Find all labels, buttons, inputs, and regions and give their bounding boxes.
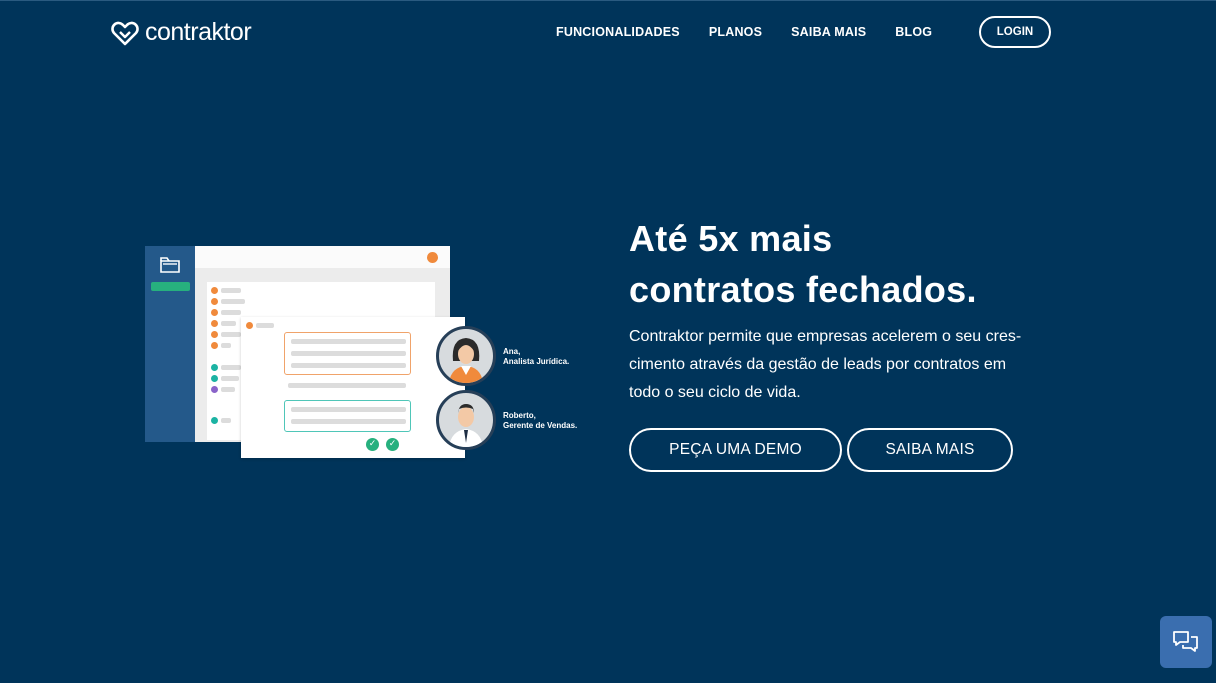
status-dot [246,322,253,329]
landing-page: contraktor FUNCIONALIDADES PLANOS SAIBA … [0,0,1216,683]
nav-planos[interactable]: PLANOS [709,25,762,39]
notification-dot [427,252,438,263]
login-button[interactable]: LOGIN [979,16,1051,48]
message-line [291,351,406,356]
status-dot [211,364,218,371]
list-item [221,299,245,304]
nav-funcionalidades[interactable]: FUNCIONALIDADES [556,25,680,39]
list-item [221,387,235,392]
woman-avatar-icon [449,338,483,383]
brand-name: contraktor [145,18,252,46]
list-item [221,418,231,423]
handshake-heart-icon [111,21,139,45]
card-title-bar [256,323,274,328]
person-label-ana: Ana, Analista Jurídica. [503,347,569,367]
man-avatar-icon [449,404,483,447]
chat-bubbles-icon [1173,631,1198,652]
message-box-roberto [284,400,411,432]
status-dot [211,298,218,305]
sidebar-new-button [151,282,190,291]
list-item [221,376,239,381]
avatar-ana [436,326,496,386]
status-dot [211,386,218,393]
list-item [221,343,231,348]
person-name: Roberto, [503,411,536,420]
subtext-line: cimento através da gestão de leads por c… [629,356,1007,373]
separator-line [288,383,406,388]
person-label-roberto: Roberto, Gerente de Vendas. [503,411,577,431]
folder-icon [160,257,180,273]
status-dot [211,342,218,349]
nav-saiba-mais[interactable]: SAIBA MAIS [791,25,866,39]
message-line [291,419,406,424]
list-item [221,310,241,315]
message-line [291,363,406,368]
check-icon: ✓ [386,438,399,451]
person-role: Gerente de Vendas. [503,421,578,430]
check-icon: ✓ [366,438,379,451]
list-item [221,288,241,293]
person-name: Ana, [503,347,521,356]
chat-widget-button[interactable] [1160,616,1212,668]
hero-headline: Até 5x mais contratos fechados. [629,213,977,315]
headline-line: Até 5x mais [629,218,833,259]
nav-blog[interactable]: BLOG [895,25,932,39]
hero-subtext: Contraktor permite que empresas acelerem… [629,323,1074,407]
message-line [291,339,406,344]
status-dot [211,375,218,382]
request-demo-button[interactable]: PEÇA UMA DEMO [629,428,842,472]
subtext-line: todo o seu ciclo de vida. [629,384,801,401]
status-dot [211,287,218,294]
headline-line: contratos fechados. [629,269,977,310]
status-dot [211,309,218,316]
subtext-line: Contraktor permite que empresas acelerem… [629,328,1022,345]
status-dot [211,417,218,424]
status-dot [211,320,218,327]
app-sidebar [145,246,195,442]
status-dot [211,331,218,338]
message-line [291,407,406,412]
product-illustration: ✓ ✓ Ana, Analista Jurídica. Roberto, Ger… [145,246,595,461]
learn-more-button[interactable]: SAIBA MAIS [847,428,1013,472]
avatar-roberto [436,390,496,450]
person-role: Analista Jurídica. [503,357,570,366]
list-item [221,332,241,337]
list-item [221,321,236,326]
main-nav: FUNCIONALIDADES PLANOS SAIBA MAIS BLOG [556,25,932,39]
list-item [221,365,241,370]
message-box-ana [284,332,411,375]
brand-logo[interactable]: contraktor [111,18,252,47]
app-topbar [195,246,450,268]
negotiation-card: ✓ ✓ [241,317,465,458]
